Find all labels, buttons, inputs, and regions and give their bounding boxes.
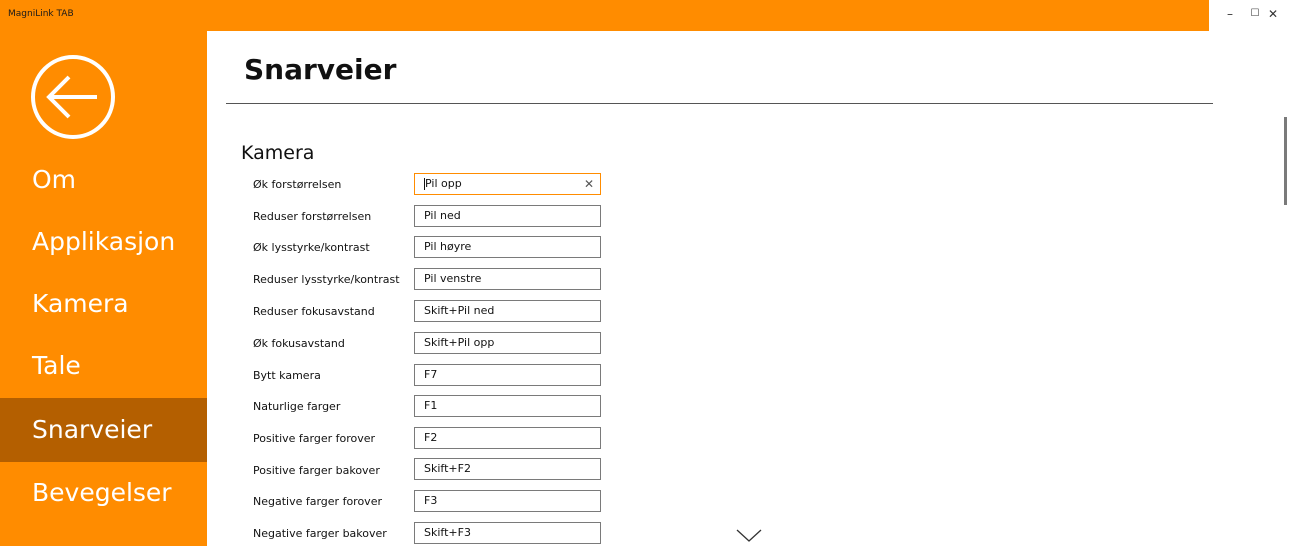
app-title: MagniLink TAB (8, 9, 74, 19)
shortcut-field[interactable]: Skift+F2 (414, 458, 601, 480)
shortcut-field[interactable]: Skift+F3 (414, 522, 601, 544)
title-bar-accent (0, 0, 1209, 31)
page-title: Snarveier (244, 53, 397, 86)
shortcut-label: Reduser fokusavstand (253, 305, 375, 318)
shortcut-field[interactable]: F7 (414, 364, 601, 386)
shortcut-field[interactable]: F3 (414, 490, 601, 512)
maximize-button[interactable]: ☐ (1245, 7, 1265, 21)
shortcut-field[interactable]: Pil venstre (414, 268, 601, 290)
nav-item-bevegelser[interactable]: Bevegelser (0, 461, 207, 525)
shortcut-field[interactable]: Pil høyre (414, 236, 601, 258)
main-content: Snarveier Kamera Øk forstørrelsen Pil op… (207, 31, 1293, 546)
section-title: Kamera (241, 142, 315, 164)
clear-icon[interactable]: ✕ (584, 174, 594, 194)
shortcut-field[interactable]: F2 (414, 427, 601, 449)
shortcut-label: Negative farger bakover (253, 527, 387, 540)
back-button[interactable] (31, 55, 115, 139)
nav-item-snarveier[interactable]: Snarveier (0, 398, 207, 462)
shortcut-label: Øk fokusavstand (253, 337, 345, 350)
shortcut-label: Naturlige farger (253, 400, 341, 413)
scrollbar-thumb[interactable] (1284, 117, 1287, 205)
shortcut-field[interactable]: Skift+Pil ned (414, 300, 601, 322)
minimize-button[interactable]: – (1220, 7, 1240, 21)
shortcut-label: Positive farger forover (253, 432, 376, 445)
nav-item-tale[interactable]: Tale (0, 334, 207, 398)
shortcut-field[interactable]: Skift+Pil opp (414, 332, 601, 354)
close-button[interactable]: ✕ (1263, 7, 1283, 21)
chevron-down-icon[interactable] (735, 527, 763, 543)
shortcut-label: Positive farger bakover (253, 464, 380, 477)
shortcut-label: Øk forstørrelsen (253, 178, 342, 191)
back-arrow-icon (46, 75, 97, 119)
shortcut-value: Pil opp (425, 177, 462, 190)
shortcut-label: Reduser lysstyrke/kontrast (253, 273, 400, 286)
shortcut-label: Negative farger forover (253, 495, 382, 508)
title-divider (226, 103, 1213, 104)
nav-item-om[interactable]: Om (0, 148, 207, 212)
nav-item-kamera[interactable]: Kamera (0, 272, 207, 336)
shortcut-label: Øk lysstyrke/kontrast (253, 241, 370, 254)
nav-item-applikasjon[interactable]: Applikasjon (0, 210, 207, 274)
shortcut-field[interactable]: Pil opp ✕ (414, 173, 601, 195)
shortcut-label: Bytt kamera (253, 369, 321, 382)
shortcut-field[interactable]: Pil ned (414, 205, 601, 227)
shortcut-field[interactable]: F1 (414, 395, 601, 417)
sidebar: Om Applikasjon Kamera Tale Snarveier Bev… (0, 31, 207, 546)
title-bar: MagniLink TAB – ☐ ✕ (0, 0, 1293, 31)
shortcut-label: Reduser forstørrelsen (253, 210, 372, 223)
